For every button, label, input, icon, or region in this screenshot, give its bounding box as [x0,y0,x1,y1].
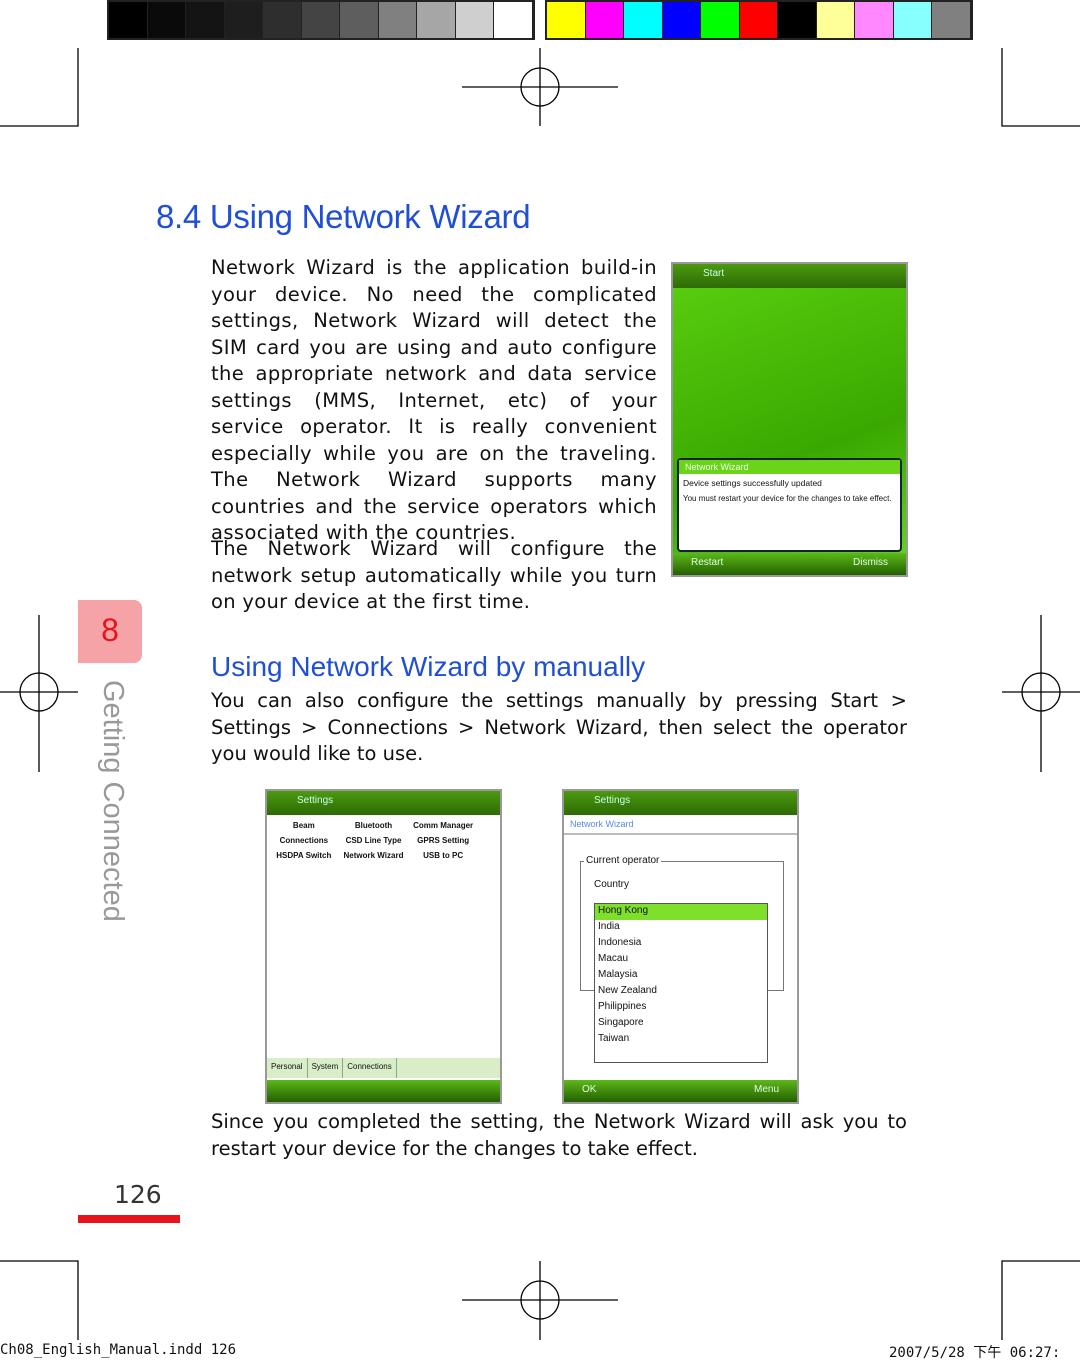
settings-item-label: CSD Line Type [345,836,402,845]
dismiss-softkey: Dismiss [853,557,888,568]
tab-connections: Connections [343,1058,397,1078]
group-label: Current operator [584,855,662,866]
country-option: Hong Kong [595,904,767,920]
settings-item: GPRS Setting [410,836,476,845]
country-option: Philippines [598,1001,647,1012]
ok-softkey: OK [582,1084,597,1095]
settings-item: Beam [271,821,337,830]
tab-personal: Personal [267,1058,308,1078]
chapter-title: Getting Connected [97,680,129,922]
country-option: New Zealand [598,985,657,996]
settings-item: HSDPA Switch [271,851,337,860]
settings-item: Network Wizard [341,851,407,860]
country-option: Taiwan [598,1033,630,1044]
settings-item: Connections [271,836,337,845]
settings-item: USB to PC [410,851,476,860]
tab-system: System [308,1058,344,1078]
title-bar: Settings [267,791,500,815]
country-option: Malaysia [598,969,638,980]
intro-paragraph: Network Wizard is the application build-… [211,256,657,544]
settings-item: Comm Manager [410,821,476,830]
footer-file: Ch08_English_Manual.indd 126 [0,1342,237,1358]
country-label: Country [594,879,630,890]
settings-item-label: Network Wizard [343,851,404,860]
title-bar: Settings [564,791,797,815]
auto-config-paragraph: The Network Wizard will configure the ne… [211,537,657,613]
menu-softkey: Menu [753,1084,779,1095]
page-rule [78,1215,180,1223]
page-number: 126 [114,1180,162,1209]
country-option: India [598,921,620,932]
settings-item: CSD Line Type [341,836,407,845]
manual-paragraph: You can also configure the settings manu… [211,689,907,765]
subheading: Using Network Wizard by manually [211,651,646,682]
network-wizard-screenshot: Settings Network Wizard Current operator… [562,789,799,1104]
country-option: Indonesia [598,937,642,948]
footer-date: 2007/5/28 下午 06:27: [889,1345,1061,1361]
settings-item-label: Connections [279,836,329,845]
dialog-message: Device settings successfully updated [683,478,822,488]
restart-softkey: Restart [691,557,724,568]
chapter-tab: 8 [78,600,142,663]
settings-item: Bluetooth [341,821,407,830]
section-heading: 8.4 Using Network Wizard [156,198,531,235]
country-option: Macau [598,953,629,964]
title-bar: Start [673,264,906,288]
settings-connections-screenshot: Settings Beam Bluetooth Comm Manager Connec… [265,789,502,1104]
settings-item-label: Beam [292,821,315,830]
today-screen-screenshot: Start Network Wizard Device settings suc… [671,262,908,577]
dialog-message-2: You must restart your device for the cha… [683,494,892,503]
country-option: Singapore [598,1017,644,1028]
settings-item-label: USB to PC [423,851,464,860]
settings-item-label: Comm Manager [413,821,474,830]
screen-header: Network Wizard [564,815,797,835]
restart-paragraph: Since you completed the setting, the Net… [211,1110,907,1160]
settings-item-label: GPRS Setting [417,836,470,845]
settings-item-label: Bluetooth [354,821,393,830]
dialog-title: Network Wizard [679,460,900,474]
settings-item-label: HSDPA Switch [276,851,332,860]
